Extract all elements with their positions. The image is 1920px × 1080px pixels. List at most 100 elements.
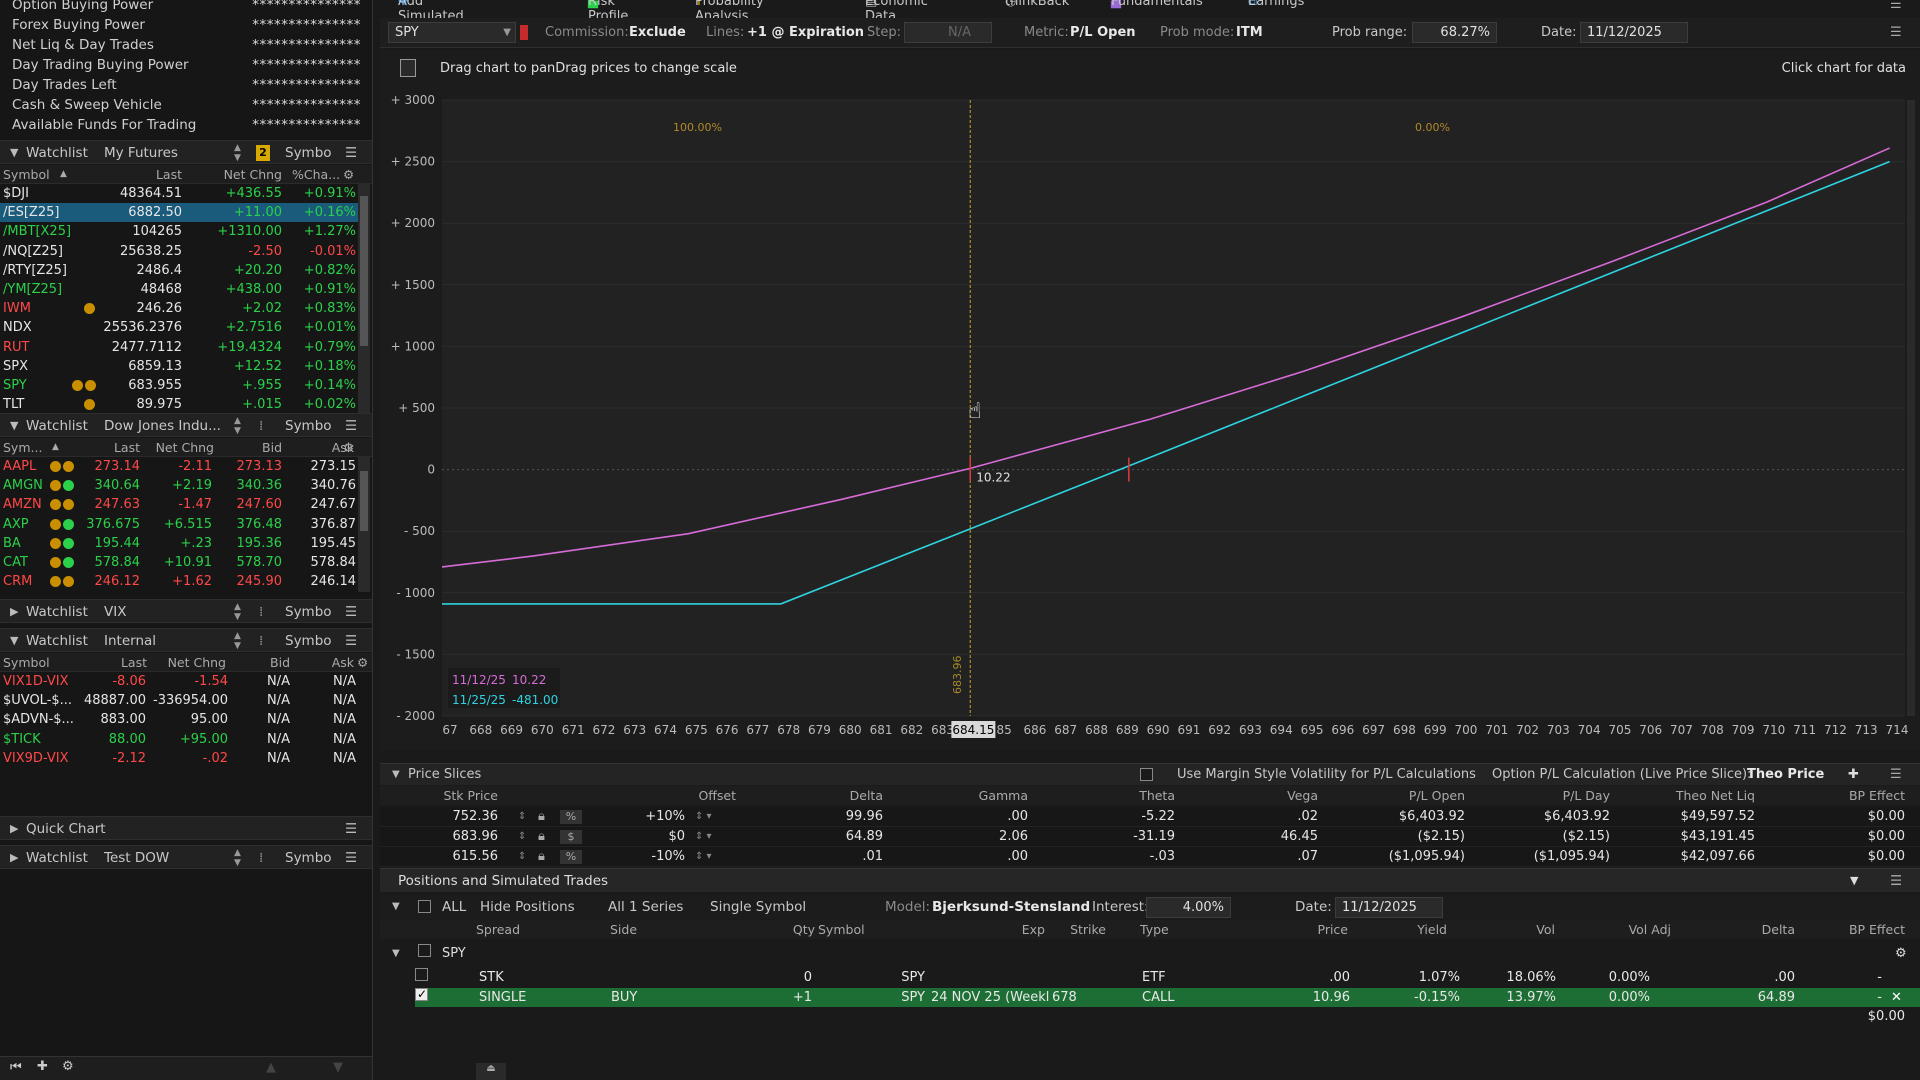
- slices-menu-icon[interactable]: ☰: [1890, 764, 1902, 786]
- watchlist-row[interactable]: $UVOL-$... 48887.00 -336954.00 N/A N/A: [0, 691, 370, 710]
- step-input[interactable]: N/A: [904, 22, 992, 43]
- slice-offset[interactable]: +10%: [645, 807, 685, 827]
- slice-unit-toggle[interactable]: %: [560, 810, 582, 824]
- watchlist-row[interactable]: AXP 376.675 +6.515 376.48 376.87: [0, 515, 358, 534]
- link-icon[interactable]: ⁞: [259, 414, 263, 438]
- price-slices-chevron-icon[interactable]: ▼: [392, 764, 400, 786]
- pos-col-header[interactable]: Delta: [1762, 920, 1795, 939]
- col-pct-change[interactable]: %Cha...: [292, 165, 340, 184]
- gear-icon[interactable]: ⚙: [343, 165, 354, 184]
- watchlist-row[interactable]: $TICK 88.00 +95.00 N/A N/A: [0, 730, 370, 749]
- menu-icon[interactable]: ☰: [1890, 0, 1902, 12]
- commission-dropdown[interactable]: Exclude: [629, 25, 686, 40]
- series-dropdown[interactable]: All 1 Series: [608, 895, 683, 919]
- col-net-chng[interactable]: Net Chng: [168, 653, 226, 672]
- watchlist-row[interactable]: /YM[Z25] 48468 +438.00 +0.91%: [0, 280, 358, 299]
- pos-price[interactable]: 10.96: [1313, 988, 1350, 1007]
- pos-col-header[interactable]: Exp: [1022, 920, 1045, 939]
- margin-vol-checkbox[interactable]: [1140, 768, 1153, 781]
- positions-chevron-icon[interactable]: ▼: [392, 895, 400, 919]
- spinner-icon[interactable]: ▲ ▼: [234, 631, 241, 651]
- spinner-icon[interactable]: ▲ ▼: [234, 416, 241, 436]
- pos-price[interactable]: .00: [1329, 968, 1350, 987]
- pos-qty[interactable]: 0: [804, 968, 812, 987]
- ps-col-header[interactable]: P/L Open: [1409, 786, 1465, 805]
- ps-col-header[interactable]: Gamma: [979, 786, 1028, 805]
- chevron-right-icon[interactable]: ▶: [10, 846, 18, 870]
- pos-vol-adj[interactable]: 0.00%: [1609, 968, 1650, 987]
- pos-col-header[interactable]: Vol Adj: [1629, 920, 1671, 939]
- first-icon[interactable]: ⏮: [10, 1060, 22, 1075]
- col-last[interactable]: Last: [114, 438, 140, 457]
- symbol-button[interactable]: Symbo: [285, 414, 332, 438]
- ps-col-header[interactable]: Vega: [1287, 786, 1318, 805]
- expand-bottom-icon[interactable]: ⏏: [476, 1063, 506, 1080]
- spinner-icon[interactable]: ⇕: [518, 807, 526, 827]
- watchlist-row[interactable]: SPY 683.955 +.955 +0.14%: [0, 376, 358, 395]
- chevron-down-icon[interactable]: ▼: [10, 141, 18, 165]
- interest-input[interactable]: 4.00%: [1146, 897, 1231, 918]
- row-checkbox[interactable]: [415, 968, 428, 981]
- watchlist-row[interactable]: SPX 6859.13 +12.52 +0.18%: [0, 357, 358, 376]
- col-ask[interactable]: Ask: [332, 653, 354, 672]
- col-bid[interactable]: Bid: [262, 438, 282, 457]
- prob-range-input[interactable]: 68.27%: [1412, 22, 1497, 43]
- add-slice-icon[interactable]: ✚: [1848, 764, 1859, 786]
- ps-col-header[interactable]: Theta: [1139, 786, 1175, 805]
- watchlist-row[interactable]: /MBT[X25] 104265 +1310.00 +1.27%: [0, 222, 358, 241]
- gear-icon[interactable]: ⚙: [343, 438, 354, 457]
- watchlist-row[interactable]: RUT 2477.7112 +19.4324 +0.79%: [0, 338, 358, 357]
- watchlist-row[interactable]: /ES[Z25] 6882.50 +11.00 +0.16%: [0, 203, 358, 223]
- watchlist-row[interactable]: NDX 25536.2376 +2.7516 +0.01%: [0, 318, 358, 337]
- chevron-down-icon[interactable]: ▼: [392, 944, 400, 963]
- watchlist-name-dropdown[interactable]: Internal: [104, 629, 156, 653]
- price-slice-row[interactable]: 752.36 ⇕ 🔒︎ % +10% ⇕ ▾ 99.96 .00 -5.22 .…: [380, 807, 1920, 827]
- lock-icon[interactable]: 🔒︎: [538, 827, 545, 847]
- group-checkbox[interactable]: [418, 944, 431, 957]
- col-last[interactable]: Last: [121, 653, 147, 672]
- col-net-chng[interactable]: Net Chng: [224, 165, 282, 184]
- pos-col-header[interactable]: BP Effect: [1849, 920, 1905, 939]
- symbol-button[interactable]: Symbo: [285, 846, 332, 870]
- price-slice-row[interactable]: 683.96 ⇕ 🔒︎ $ $0 ⇕ ▾ 64.89 2.06 -31.19 4…: [380, 827, 1920, 847]
- watchlist-name-dropdown[interactable]: My Futures: [104, 141, 178, 165]
- add-icon[interactable]: ✚: [37, 1059, 48, 1074]
- position-group-row[interactable]: ▼ SPY ⚙: [380, 944, 1920, 963]
- col-bid[interactable]: Bid: [270, 653, 290, 672]
- position-row[interactable]: STK 0 SPY ETF .00 1.07% 18.06% 0.00% .00…: [415, 968, 1920, 987]
- watchlist-row[interactable]: VIX1D-VIX -8.06 -1.54 N/A N/A: [0, 672, 370, 691]
- lock-icon[interactable]: 🔒︎: [538, 807, 545, 827]
- quick-chart-header[interactable]: ▶ Quick Chart ☰: [0, 816, 372, 840]
- positions-date-input[interactable]: 11/12/2025: [1335, 897, 1443, 918]
- slice-offset[interactable]: -10%: [651, 847, 685, 867]
- watchlist-row[interactable]: $DJI 48364.51 +436.55 +0.91%: [0, 184, 358, 203]
- ps-col-header[interactable]: Theo Net Liq: [1676, 786, 1755, 805]
- chevron-down-icon[interactable]: ▼: [10, 414, 18, 438]
- spinner-icon[interactable]: ▲ ▼: [234, 143, 241, 163]
- scroll-down-icon[interactable]: ▼: [333, 1060, 343, 1075]
- watchlist-row[interactable]: /RTY[Z25] 2486.4 +20.20 +0.82%: [0, 261, 358, 280]
- slice-unit-toggle[interactable]: %: [560, 850, 582, 864]
- spinner-icon[interactable]: ▲ ▼: [234, 602, 241, 622]
- chart-svg[interactable]: + 3000 + 2500 + 2000 + 1500 + 1000 + 500 0 - 50…: [380, 88, 1920, 750]
- ps-col-header[interactable]: Offset: [698, 786, 736, 805]
- all-checkbox[interactable]: [418, 900, 431, 913]
- collapse-icon[interactable]: ▼: [1850, 869, 1858, 893]
- symbol-button[interactable]: Symbo: [285, 629, 332, 653]
- col-symbol[interactable]: Symbol: [3, 165, 50, 184]
- watchlist-row[interactable]: AAPL 273.14 -2.11 273.13 273.15: [0, 457, 358, 476]
- watchlist-row[interactable]: BA 195.44 +.23 195.36 195.45: [0, 534, 358, 553]
- slice-unit-toggle[interactable]: $: [560, 830, 582, 844]
- watchlist-row[interactable]: VIX9D-VIX -2.12 -.02 N/A N/A: [0, 749, 370, 768]
- spinner-icon[interactable]: ⇕ ▾: [695, 847, 712, 867]
- spinner-icon[interactable]: ⇕: [518, 847, 526, 867]
- model-dropdown[interactable]: Bjerksund-Stensland: [932, 895, 1090, 919]
- calc-dropdown[interactable]: Theo Price: [1747, 764, 1824, 786]
- single-symbol-dropdown[interactable]: Single Symbol: [710, 895, 806, 919]
- price-slice-row[interactable]: 615.56 ⇕ 🔒︎ % -10% ⇕ ▾ .01 .00 -.03 .07 …: [380, 847, 1920, 867]
- watchlist-header[interactable]: ▶ Watchlist Test DOW ▲ ▼ ⁞ Symbo ☰: [0, 845, 372, 869]
- gear-icon[interactable]: ⚙: [357, 653, 368, 672]
- gear-icon[interactable]: ⚙: [62, 1059, 74, 1074]
- menu-icon[interactable]: ☰: [345, 414, 357, 438]
- watchlist-header[interactable]: ▼ Watchlist My Futures ▲ ▼ 2 Symbo ☰: [0, 140, 372, 164]
